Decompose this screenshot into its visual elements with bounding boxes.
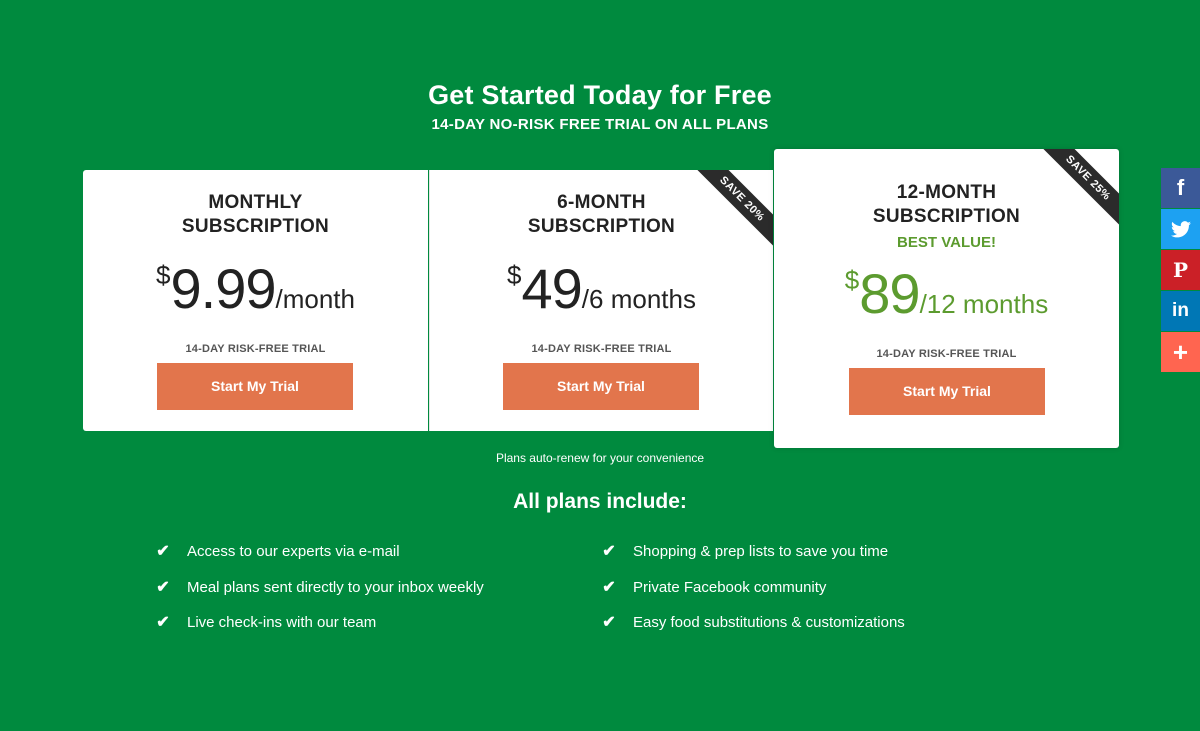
feature-item: ✔ Easy food substitutions & customization…: [599, 612, 905, 634]
trial-label: 14-DAY RISK-FREE TRIAL: [531, 343, 672, 355]
plan-name: 6-MONTH SUBSCRIPTION: [430, 191, 773, 239]
auto-renew-note: Plans auto-renew for your convenience: [495, 451, 705, 465]
check-icon: ✔: [156, 579, 170, 596]
plan-name-line1: MONTHLY: [208, 192, 303, 213]
feature-item: ✔ Private Facebook community: [599, 577, 826, 599]
price-currency: $: [507, 260, 522, 290]
linkedin-share-button[interactable]: in: [1161, 291, 1200, 331]
includes-title: All plans include:: [513, 490, 687, 513]
price-amount: 89: [859, 262, 920, 325]
linkedin-icon: in: [1172, 300, 1189, 321]
plan-name-line1: 6-MONTH: [557, 192, 646, 213]
start-trial-button[interactable]: Start My Trial: [849, 368, 1045, 415]
plan-name-line2: SUBSCRIPTION: [181, 216, 330, 237]
feature-label: Easy food substitutions & customizations: [633, 614, 905, 631]
facebook-icon: f: [1176, 175, 1185, 200]
feature-item: ✔ Access to our experts via e-mail: [153, 541, 400, 563]
price-period: /12 months: [919, 289, 1049, 319]
plus-icon: +: [1172, 336, 1189, 367]
check-icon: ✔: [156, 614, 170, 631]
plan-card-12-month: SAVE 25% 12-MONTH SUBSCRIPTION BEST VALU…: [774, 149, 1119, 448]
price-currency: $: [156, 260, 171, 290]
feature-item: ✔ Live check-ins with our team: [153, 612, 376, 634]
feature-label: Meal plans sent directly to your inbox w…: [187, 579, 484, 596]
facebook-share-button[interactable]: f: [1161, 168, 1200, 208]
feature-label: Private Facebook community: [633, 579, 827, 596]
feature-label: Live check-ins with our team: [187, 614, 377, 631]
twitter-icon: [1170, 220, 1191, 237]
plan-name: 12-MONTH SUBSCRIPTION: [774, 181, 1119, 229]
price-amount: 49: [521, 257, 583, 320]
feature-label: Access to our experts via e-mail: [187, 543, 400, 560]
twitter-share-button[interactable]: [1161, 209, 1200, 249]
start-trial-button[interactable]: Start My Trial: [503, 363, 699, 410]
feature-item: ✔ Shopping & prep lists to save you time: [599, 541, 888, 563]
plan-name-line1: 12-MONTH: [896, 182, 997, 203]
check-icon: ✔: [602, 579, 616, 596]
best-value-badge: BEST VALUE!: [897, 234, 996, 251]
plan-price: $9.99/month: [83, 256, 428, 321]
price-period: /6 months: [581, 284, 696, 314]
more-share-button[interactable]: +: [1161, 332, 1200, 372]
check-icon: ✔: [602, 614, 616, 631]
start-trial-button[interactable]: Start My Trial: [157, 363, 353, 410]
price-amount: 9.99: [170, 257, 276, 320]
hero-subtitle: 14-DAY NO-RISK FREE TRIAL ON ALL PLANS: [431, 116, 769, 133]
trial-label: 14-DAY RISK-FREE TRIAL: [185, 343, 326, 355]
check-icon: ✔: [156, 543, 170, 560]
plan-card-monthly: MONTHLY SUBSCRIPTION $9.99/month 14-DAY …: [83, 170, 428, 431]
feature-item: ✔ Meal plans sent directly to your inbox …: [153, 577, 484, 599]
plan-card-6-month: SAVE 20% 6-MONTH SUBSCRIPTION $49/6 mont…: [429, 170, 773, 431]
plan-name-line2: SUBSCRIPTION: [527, 216, 676, 237]
hero-title: Get Started Today for Free: [428, 80, 772, 110]
feature-label: Shopping & prep lists to save you time: [633, 543, 889, 560]
plan-name: MONTHLY SUBSCRIPTION: [83, 191, 428, 239]
check-icon: ✔: [602, 543, 616, 560]
pinterest-icon: P: [1172, 258, 1189, 282]
plan-name-line2: SUBSCRIPTION: [872, 206, 1021, 227]
price-currency: $: [844, 265, 860, 295]
trial-label: 14-DAY RISK-FREE TRIAL: [876, 348, 1017, 360]
price-period: /month: [275, 284, 355, 314]
plan-price: $89/12 months: [774, 261, 1119, 326]
plan-price: $49/6 months: [430, 256, 773, 321]
pinterest-share-button[interactable]: P: [1161, 250, 1200, 290]
